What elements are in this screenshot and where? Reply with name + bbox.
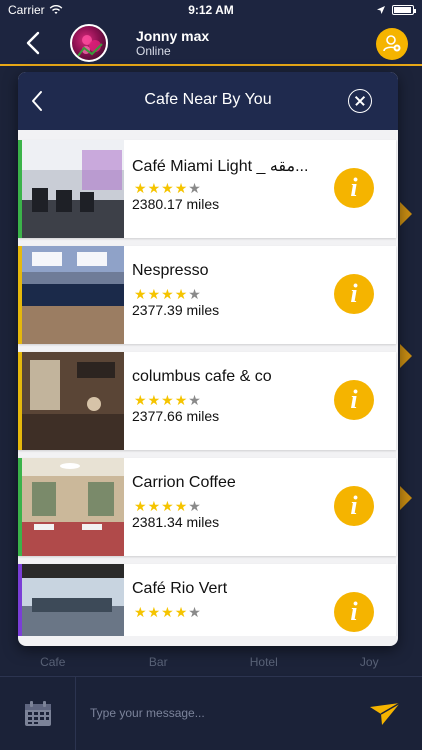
close-icon[interactable] [348,89,372,113]
cafe-item[interactable]: Café Rio Vert ★★★★★ i [18,564,396,636]
cafe-item[interactable]: columbus cafe & co ★★★★★ 2377.66 miles i [18,352,396,450]
cafe-nearby-modal: Cafe Near By You Café Miami Light _ مقه.… [18,72,398,646]
star-icon: ★ [134,498,148,514]
star-icon: ★ [174,392,189,408]
star-icon: ★ [188,604,202,620]
star-icon: ★ [161,498,175,514]
cafe-item[interactable]: Carrion Coffee ★★★★★ 2381.34 miles i [18,458,396,556]
calendar-button[interactable] [0,677,76,750]
cafe-distance: 2380.17 miles [132,196,220,212]
star-icon: ★ [188,286,202,302]
chevron-right-icon [400,202,412,226]
cafe-name: Carrion Coffee [132,474,236,491]
info-icon[interactable]: i [334,380,374,420]
star-icon: ★ [134,286,148,302]
cafe-photo [22,140,124,238]
user-status: Online [136,44,171,58]
info-icon[interactable]: i [334,486,374,526]
cafe-item[interactable]: Café Miami Light _ مقه... ★★★★★ 2380.17 … [18,140,396,238]
message-composer [0,676,422,750]
modal-header: Cafe Near By You [18,72,398,130]
user-add-icon [383,35,401,52]
cafe-photo [22,564,124,636]
modal-title: Cafe Near By You [144,91,272,108]
avatar-image [77,35,103,57]
cafe-distance: 2377.39 miles [132,302,220,318]
chevron-right-icon [400,486,412,510]
star-icon: ★ [174,180,189,196]
info-icon[interactable]: i [334,592,374,632]
avatar[interactable] [70,24,108,62]
cafe-distance: 2381.34 miles [132,514,220,530]
star-icon: ★ [161,180,175,196]
category-bar-item[interactable]: Bar [108,655,208,669]
cafe-item[interactable]: Nespresso ★★★★★ 2377.39 miles i [18,246,396,344]
star-icon: ★ [174,498,189,514]
star-icon: ★ [147,392,162,408]
star-icon: ★ [147,498,162,514]
category-cafe[interactable]: Cafe [3,655,103,669]
star-icon: ★ [188,498,202,514]
user-name: Jonny max [136,28,210,44]
star-icon: ★ [174,604,189,620]
cafe-photo [22,352,124,450]
star-icon: ★ [161,392,175,408]
chevron-right-icon [400,344,412,368]
category-joy[interactable]: Joy [319,655,419,669]
star-icon: ★ [147,286,162,302]
back-button[interactable] [22,30,46,56]
info-icon[interactable]: i [334,168,374,208]
star-icon: ★ [161,286,175,302]
category-hotel[interactable]: Hotel [214,655,314,669]
cafe-name: Nespresso [132,262,209,279]
cafe-name: columbus cafe & co [132,368,272,385]
cafe-list[interactable]: Café Miami Light _ مقه... ★★★★★ 2380.17 … [18,136,398,636]
rating-stars: ★★★★★ [134,498,202,515]
message-input[interactable] [90,701,340,725]
info-icon[interactable]: i [334,274,374,314]
calendar-icon [24,701,51,726]
star-icon: ★ [188,180,202,196]
star-icon: ★ [134,392,148,408]
rating-stars: ★★★★★ [134,604,202,621]
chat-header: Jonny max Online [0,20,422,66]
status-time: 9:12 AM [188,3,234,17]
star-icon: ★ [134,180,148,196]
star-icon: ★ [147,604,162,620]
rating-stars: ★★★★★ [134,180,202,197]
profile-button[interactable] [376,28,408,60]
send-button[interactable] [368,701,402,727]
star-icon: ★ [147,180,162,196]
battery-icon [392,5,416,15]
cafe-name: Café Rio Vert [132,580,228,597]
category-bar: Cafe Bar Hotel Joy [0,650,422,674]
cafe-photo [22,458,124,556]
status-bar: Carrier 9:12 AM [0,0,422,20]
rating-stars: ★★★★★ [134,286,202,303]
star-icon: ★ [134,604,148,620]
star-icon: ★ [161,604,175,620]
star-icon: ★ [174,286,189,302]
cafe-distance: 2377.66 miles [132,408,220,424]
cafe-name: Café Miami Light _ مقه... [132,158,309,175]
cafe-photo [22,246,124,344]
star-icon: ★ [188,392,202,408]
rating-stars: ★★★★★ [134,392,202,409]
